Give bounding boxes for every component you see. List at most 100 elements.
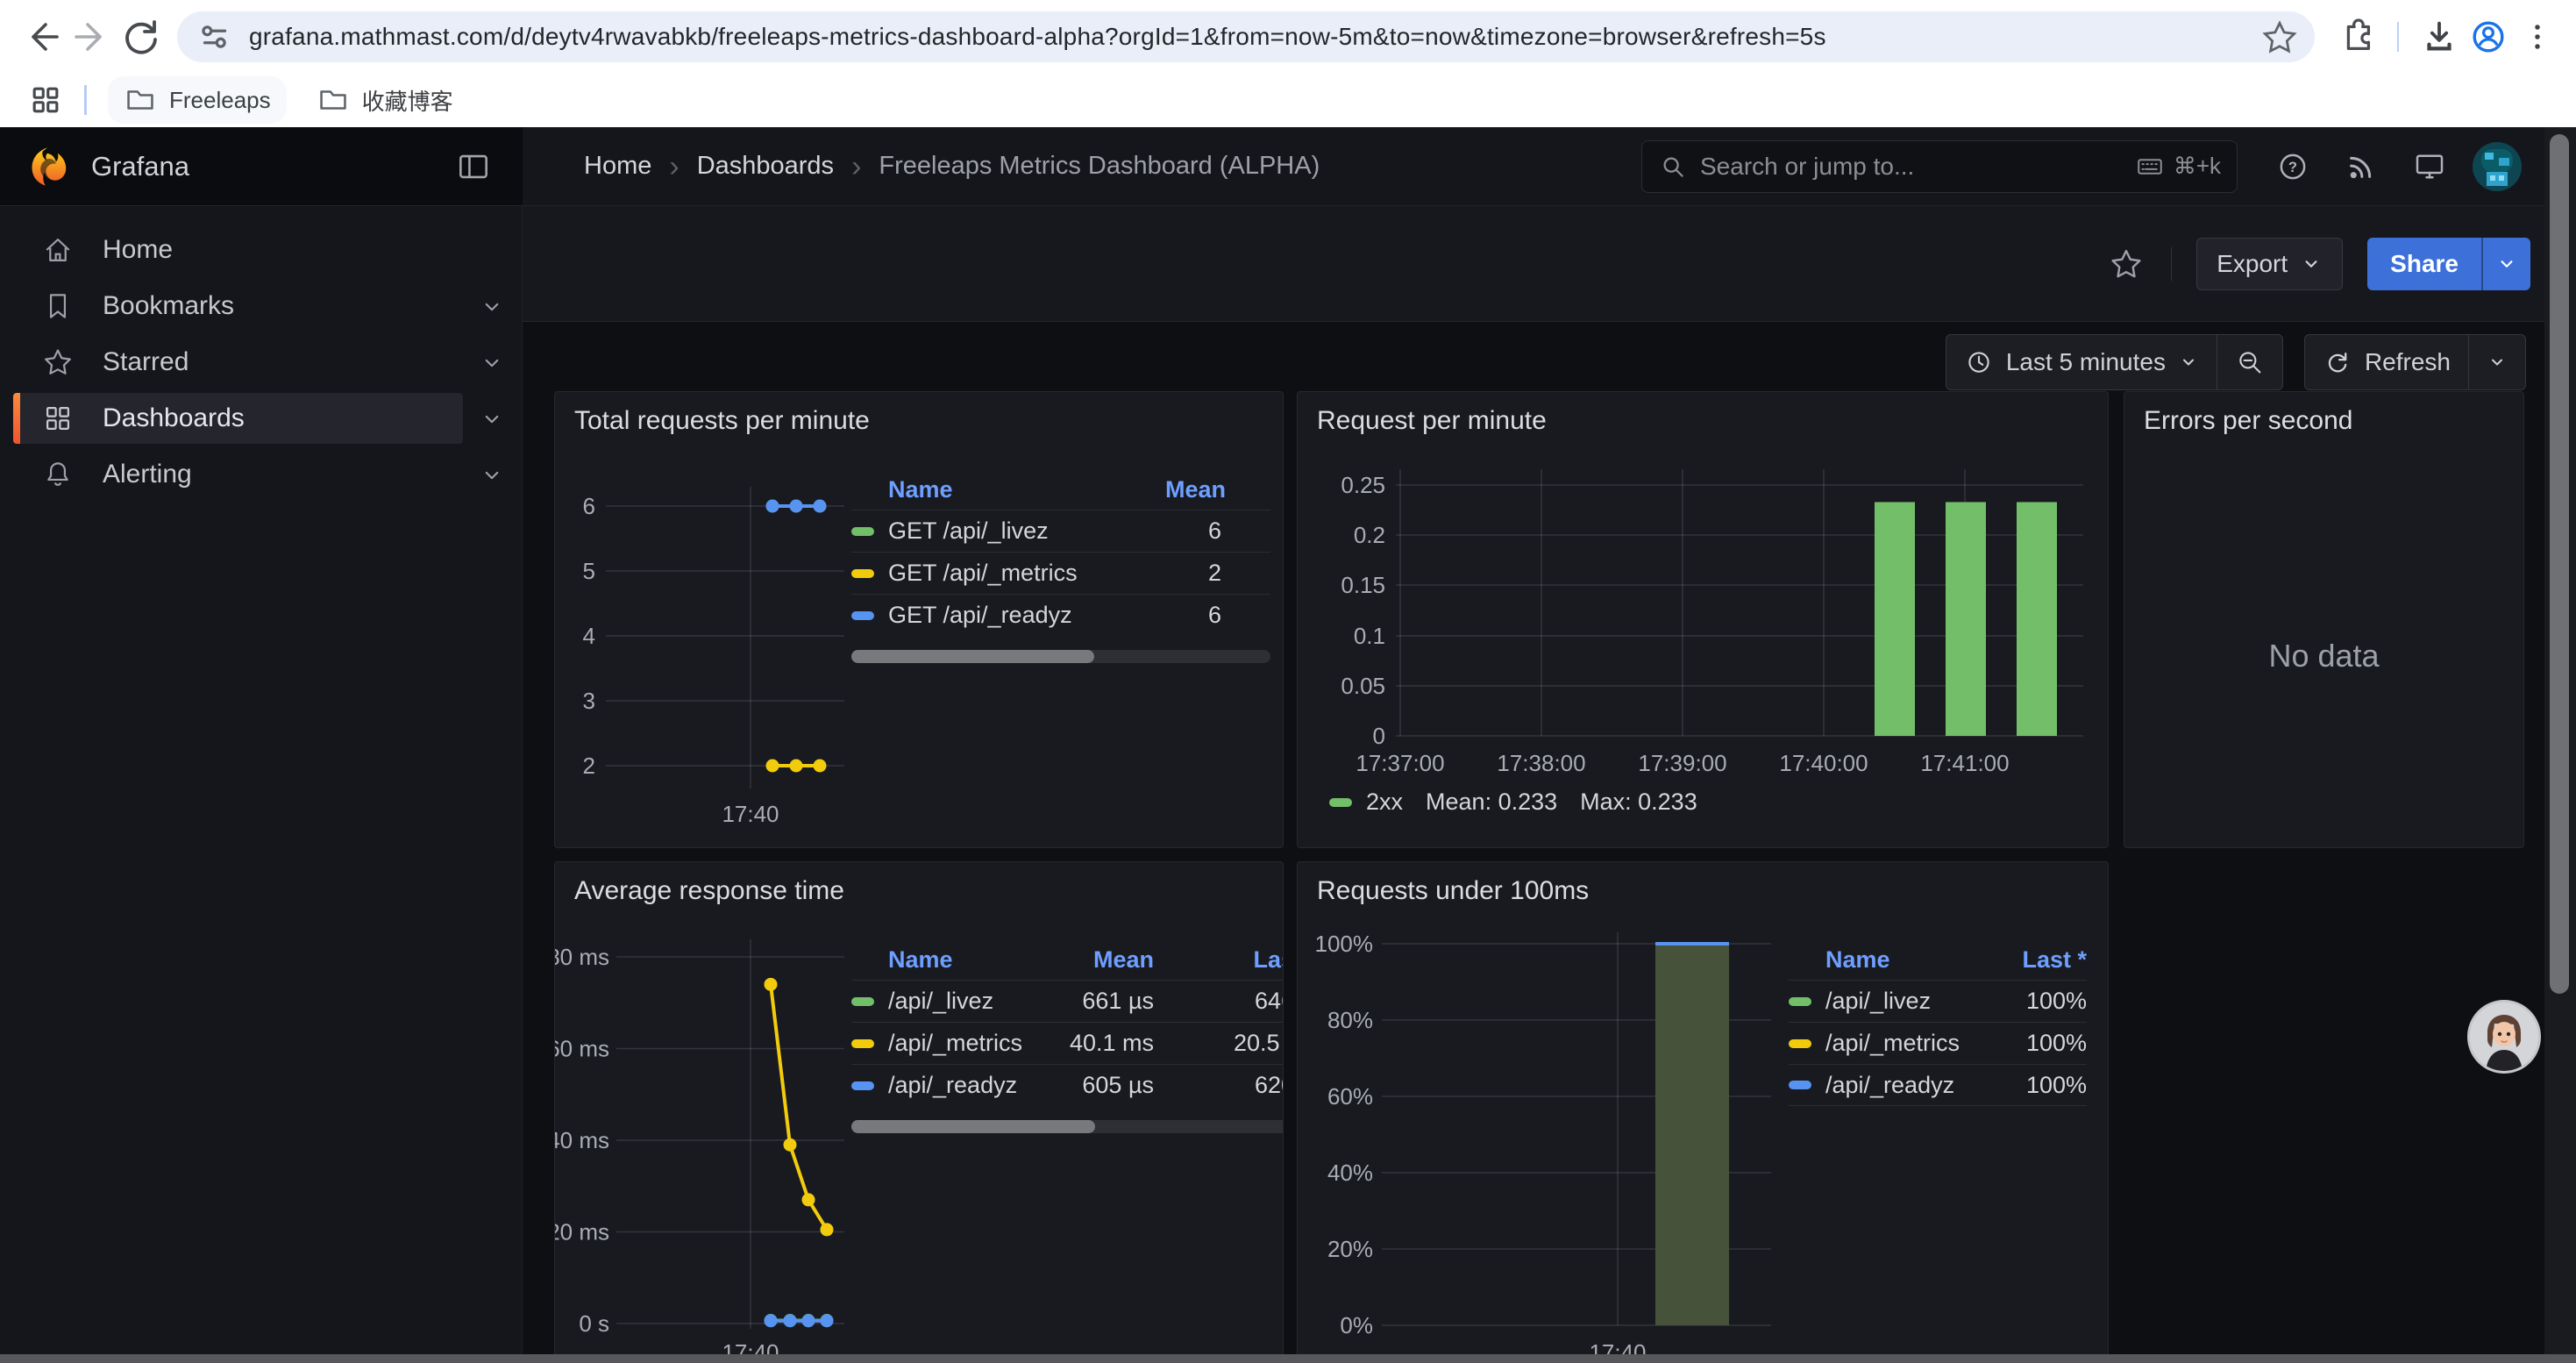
- sidebar-item-dashboards[interactable]: Dashboards: [0, 390, 522, 446]
- svg-text:2: 2: [583, 753, 595, 779]
- share-button-group: Share: [2367, 238, 2530, 290]
- legend-row[interactable]: GET /api/_metrics2: [851, 552, 1270, 594]
- legend-row[interactable]: 2xx Mean: 0.233 Max: 0.233: [1329, 789, 1697, 816]
- zoom-out-button[interactable]: [2217, 335, 2282, 389]
- legend-row[interactable]: /api/_readyz605 µs620: [851, 1064, 1284, 1106]
- browser-menu-icon[interactable]: [2513, 12, 2562, 61]
- legend-value: 6: [1165, 517, 1270, 545]
- breadcrumb-home[interactable]: Home: [584, 152, 651, 181]
- sidebar-item-home[interactable]: Home: [0, 222, 522, 278]
- assistant-avatar[interactable]: [2467, 1000, 2541, 1074]
- address-bar[interactable]: grafana.mathmast.com/d/deytv4rwavabkb/fr…: [177, 11, 2315, 62]
- sidebar-item-alerting[interactable]: Alerting: [0, 446, 522, 503]
- legend-row[interactable]: GET /api/_readyz6: [851, 594, 1270, 636]
- horizontal-scrollbar[interactable]: [0, 1354, 2576, 1363]
- favorite-star-icon[interactable]: [2106, 244, 2146, 284]
- chevron-down-icon[interactable]: [479, 294, 505, 320]
- extensions-icon[interactable]: [2332, 12, 2381, 61]
- apps-grid-icon[interactable]: [26, 81, 65, 119]
- sidebar-item-bookmarks[interactable]: Bookmarks: [0, 278, 522, 334]
- breadcrumb-dashboards[interactable]: Dashboards: [697, 152, 834, 181]
- grafana-brand-name: Grafana: [91, 151, 189, 182]
- sidebar-item-starred[interactable]: Starred: [0, 334, 522, 390]
- legend-column-header[interactable]: Las: [1180, 946, 1284, 974]
- legend-column-header[interactable]: Mean: [1049, 946, 1180, 974]
- nav-sidebar: Home Bookmarks Starred Dashboards: [0, 206, 523, 1363]
- chevron-down-icon[interactable]: [479, 350, 505, 376]
- series-name: GET /api/_readyz: [888, 602, 1072, 629]
- panel-errors-per-second: Errors per second No data: [2124, 391, 2524, 848]
- bookmark-star-icon[interactable]: [2260, 18, 2299, 56]
- bookmark-folder-blogs[interactable]: 收藏博客: [301, 76, 469, 124]
- reload-icon[interactable]: [116, 12, 165, 61]
- keyboard-icon: [2135, 152, 2165, 182]
- legend-row[interactable]: /api/_metrics40.1 ms20.5 r: [851, 1022, 1284, 1064]
- legend-row[interactable]: /api/_livez661 µs646: [851, 980, 1284, 1022]
- series-name: GET /api/_livez: [888, 517, 1049, 545]
- panel-title[interactable]: Average response time: [555, 862, 1283, 920]
- legend-value: 646: [1180, 988, 1284, 1015]
- legend-column-header[interactable]: Name: [851, 476, 1165, 503]
- legend-row[interactable]: /api/_readyz100%: [1789, 1064, 2087, 1106]
- series-name: 2xx: [1366, 789, 1403, 816]
- panel-total-requests: Total requests per minute 6543217:40 Nam…: [554, 391, 1284, 848]
- share-dropdown-button[interactable]: [2481, 238, 2530, 290]
- panel-avg-response-time: Average response time 80 ms60 ms40 ms20 …: [554, 861, 1284, 1363]
- search-input[interactable]: Search or jump to... ⌘+k: [1641, 140, 2238, 193]
- chevron-down-icon[interactable]: [479, 462, 505, 489]
- legend-column-header[interactable]: Mean: [1165, 476, 1270, 503]
- panel-request-per-minute: Request per minute 0.250.20.150.10.05017…: [1297, 391, 2109, 848]
- svg-text:0.1: 0.1: [1354, 623, 1385, 649]
- legend-column-header[interactable]: Name: [851, 946, 1049, 974]
- svg-text:0%: 0%: [1340, 1312, 1373, 1338]
- forward-icon[interactable]: [67, 12, 116, 61]
- panel-title[interactable]: Errors per second: [2124, 392, 2523, 450]
- panel-title[interactable]: Requests under 100ms: [1298, 862, 2108, 920]
- svg-text:4: 4: [583, 623, 595, 649]
- browser-chrome: grafana.mathmast.com/d/deytv4rwavabkb/fr…: [0, 0, 2576, 127]
- vertical-scrollbar[interactable]: [2544, 127, 2576, 1363]
- monitor-icon[interactable]: [2409, 146, 2450, 187]
- zoom-out-icon: [2235, 347, 2265, 377]
- refresh-icon: [2323, 347, 2352, 377]
- legend-column-header[interactable]: Name: [1789, 946, 1982, 974]
- chevron-down-icon: [2487, 352, 2508, 373]
- url-text[interactable]: grafana.mathmast.com/d/deytv4rwavabkb/fr…: [249, 23, 2260, 51]
- refresh-button[interactable]: Refresh: [2305, 335, 2468, 389]
- back-icon[interactable]: [18, 12, 67, 61]
- chevron-down-icon[interactable]: [479, 406, 505, 432]
- site-info-icon[interactable]: [195, 17, 235, 57]
- legend-row[interactable]: /api/_metrics100%: [1789, 1022, 2087, 1064]
- user-avatar[interactable]: [2473, 142, 2522, 191]
- svg-text:17:40: 17:40: [722, 801, 779, 827]
- help-icon[interactable]: ?: [2273, 146, 2313, 187]
- chevron-down-icon: [2178, 352, 2199, 373]
- panel-title[interactable]: Request per minute: [1298, 392, 2108, 450]
- bookmark-folder-freeleaps[interactable]: Freeleaps: [108, 76, 287, 124]
- legend-scrollbar[interactable]: [851, 650, 1270, 663]
- export-button[interactable]: Export: [2196, 238, 2343, 290]
- sidebar-item-label: Alerting: [103, 460, 192, 489]
- time-range-group: Last 5 minutes: [1946, 334, 2283, 390]
- panel-requests-under-100ms: Requests under 100ms 100%80%60%40%20%0%1…: [1297, 861, 2109, 1363]
- dock-menu-icon[interactable]: [454, 147, 493, 186]
- chevron-down-icon: [2300, 253, 2323, 275]
- legend-row[interactable]: GET /api/_livez 6: [851, 510, 1270, 552]
- search-icon: [1660, 153, 1686, 180]
- star-icon: [41, 346, 76, 379]
- profile-icon[interactable]: [2464, 12, 2513, 61]
- legend-column-header[interactable]: Last *: [1982, 946, 2087, 974]
- share-button[interactable]: Share: [2367, 238, 2481, 290]
- sidebar-item-label: Bookmarks: [103, 291, 234, 321]
- legend-scrollbar[interactable]: [851, 1120, 1284, 1133]
- news-rss-icon[interactable]: [2341, 146, 2381, 187]
- download-icon[interactable]: [2415, 12, 2464, 61]
- time-range-picker[interactable]: Last 5 minutes: [1946, 335, 2217, 389]
- legend-row[interactable]: /api/_livez100%: [1789, 980, 2087, 1022]
- legend-value: 20.5 r: [1180, 1030, 1284, 1057]
- dashboard-actionbar: Export Share: [523, 206, 2576, 322]
- refresh-interval-dropdown[interactable]: [2468, 335, 2525, 389]
- grafana-brand-area: Grafana: [0, 127, 523, 205]
- vertical-scrollbar-thumb[interactable]: [2550, 134, 2569, 994]
- panel-title[interactable]: Total requests per minute: [555, 392, 1283, 450]
